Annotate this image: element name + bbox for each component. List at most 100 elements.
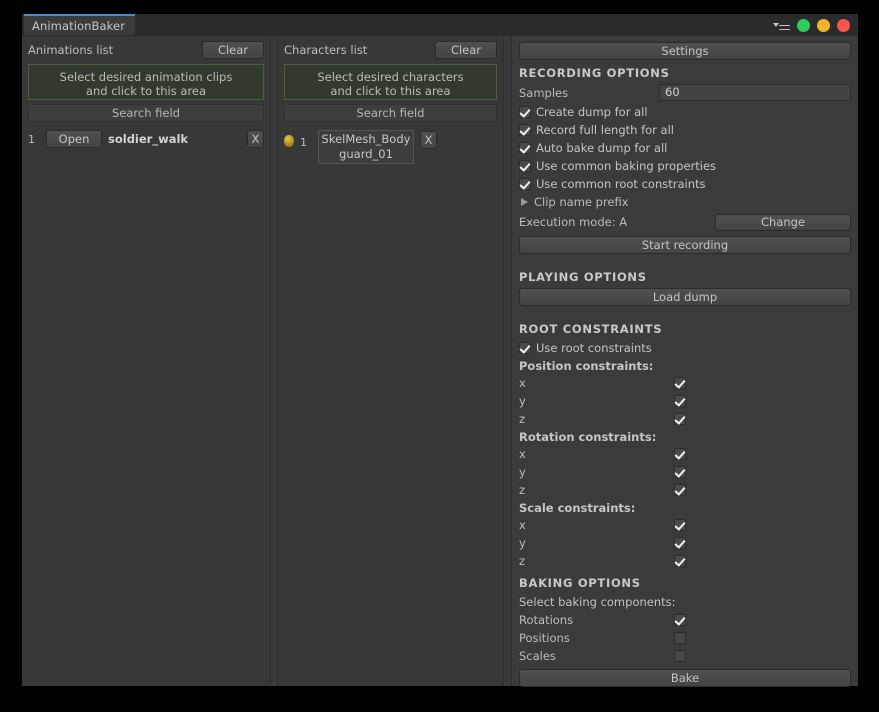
rotation-constraint-x-row: x xyxy=(519,445,851,463)
scale-y-label: y xyxy=(519,536,526,550)
screen: AnimationBaker Animations list Clear Sel… xyxy=(0,0,879,712)
use-common-baking-properties-checkbox[interactable] xyxy=(519,160,531,172)
rotation-constraint-y-row: y xyxy=(519,463,851,481)
scale-z-checkbox[interactable] xyxy=(674,555,686,567)
record-full-length-for-all-label: Record full length for all xyxy=(536,123,674,137)
change-execution-mode-button[interactable]: Change xyxy=(715,213,851,231)
checkbox-record-full-length-for-all[interactable]: Record full length for all xyxy=(519,121,851,139)
animation-clip-row: 1 Open soldier_walk X xyxy=(28,130,264,148)
options-panel: Settings RECORDING OPTIONS Samples 60 Cr… xyxy=(512,36,858,687)
divider-1 xyxy=(270,36,271,686)
scale-constraint-z-row: z xyxy=(519,552,851,570)
rotation-z-label: z xyxy=(519,483,526,497)
baking-rotations-row: Rotations xyxy=(519,611,851,629)
animation-baker-window: AnimationBaker Animations list Clear Sel… xyxy=(22,14,858,687)
animations-header: Animations list Clear xyxy=(28,40,264,60)
tab-animationbaker[interactable]: AnimationBaker xyxy=(24,14,136,35)
characters-drop-line2: and click to this area xyxy=(330,84,451,98)
baking-rotations-checkbox[interactable] xyxy=(674,614,686,626)
window-body: Animations list Clear Select desired ani… xyxy=(22,36,858,687)
characters-panel: Characters list Clear Select desired cha… xyxy=(278,36,503,686)
rotation-constraint-z-row: z xyxy=(519,481,851,499)
baking-options-heading: BAKING OPTIONS xyxy=(519,576,641,590)
animations-search-input[interactable]: Search field xyxy=(28,104,264,122)
execution-mode-label: Execution mode: A xyxy=(519,215,628,229)
use-root-constraints-checkbox[interactable] xyxy=(519,342,531,354)
animations-panel: Animations list Clear Select desired ani… xyxy=(22,36,270,686)
position-z-label: z xyxy=(519,412,526,426)
clip-open-button[interactable]: Open xyxy=(46,130,102,148)
chevron-right-icon xyxy=(521,198,528,206)
auto-bake-dump-for-all-label: Auto bake dump for all xyxy=(536,141,668,155)
settings-button[interactable]: Settings xyxy=(519,42,851,60)
characters-search-input[interactable]: Search field xyxy=(284,104,497,122)
yellow-dot-icon[interactable] xyxy=(817,18,830,32)
position-x-label: x xyxy=(519,376,526,390)
rotation-z-checkbox[interactable] xyxy=(674,484,686,496)
scale-constraint-y-row: y xyxy=(519,534,851,552)
checkbox-use-common-baking-properties[interactable]: Use common baking properties xyxy=(519,157,851,175)
clip-remove-button[interactable]: X xyxy=(247,130,264,148)
bake-button[interactable]: Bake xyxy=(519,669,851,687)
clip-name-prefix-label: Clip name prefix xyxy=(534,195,629,209)
clip-name-prefix-foldout[interactable]: Clip name prefix xyxy=(519,193,851,211)
baking-positions-checkbox[interactable] xyxy=(674,632,686,644)
baking-scales-row: Scales xyxy=(519,647,851,665)
red-dot-icon[interactable] xyxy=(837,18,850,32)
select-baking-components-label: Select baking components: xyxy=(519,595,676,609)
scale-x-checkbox[interactable] xyxy=(674,519,686,531)
use-common-root-constraints-label: Use common root constraints xyxy=(536,177,706,191)
position-y-checkbox[interactable] xyxy=(674,395,686,407)
green-dot-icon[interactable] xyxy=(797,18,810,32)
rotation-x-label: x xyxy=(519,447,526,461)
position-x-checkbox[interactable] xyxy=(674,377,686,389)
checkbox-create-dump-for-all[interactable]: Create dump for all xyxy=(519,103,851,121)
hamburger-menu-icon[interactable] xyxy=(773,20,790,31)
playing-options-heading: PLAYING OPTIONS xyxy=(519,270,647,284)
animations-drop-area[interactable]: Select desired animation clips and click… xyxy=(28,64,264,100)
position-z-checkbox[interactable] xyxy=(674,413,686,425)
rotation-x-checkbox[interactable] xyxy=(674,448,686,460)
auto-bake-dump-for-all-checkbox[interactable] xyxy=(519,142,531,154)
divider-3 xyxy=(503,36,504,686)
characters-list-title: Characters list xyxy=(284,43,368,57)
checkbox-auto-bake-dump-for-all[interactable]: Auto bake dump for all xyxy=(519,139,851,157)
character-name-field[interactable]: SkelMesh_Bodyguard_01 xyxy=(318,130,414,164)
gold-dot-icon xyxy=(284,135,294,147)
baking-scales-checkbox[interactable] xyxy=(674,650,686,662)
samples-input[interactable]: 60 xyxy=(659,84,851,101)
position-constraint-x-row: x xyxy=(519,374,851,392)
scale-constraints-title: Scale constraints: xyxy=(519,501,636,515)
use-common-root-constraints-checkbox[interactable] xyxy=(519,178,531,190)
root-constraints-heading: ROOT CONSTRAINTS xyxy=(519,322,663,336)
character-row: 1 SkelMesh_Bodyguard_01 X xyxy=(284,130,497,164)
tab-label: AnimationBaker xyxy=(32,18,126,33)
record-full-length-for-all-checkbox[interactable] xyxy=(519,124,531,136)
animations-drop-line2: and click to this area xyxy=(85,84,207,98)
rotation-constraints-title: Rotation constraints: xyxy=(519,430,657,444)
animations-drop-line1: Select desired animation clips xyxy=(59,70,233,84)
characters-clear-button[interactable]: Clear xyxy=(435,41,497,59)
scale-constraint-x-row: x xyxy=(519,516,851,534)
start-recording-button[interactable]: Start recording xyxy=(519,236,851,254)
rotation-y-checkbox[interactable] xyxy=(674,466,686,478)
baking-positions-row: Positions xyxy=(519,629,851,647)
position-constraint-y-row: y xyxy=(519,392,851,410)
position-y-label: y xyxy=(519,394,526,408)
create-dump-for-all-label: Create dump for all xyxy=(536,105,648,119)
baking-positions-label: Positions xyxy=(519,631,570,645)
execution-mode-row: Execution mode: A Change xyxy=(519,212,851,232)
load-dump-button[interactable]: Load dump xyxy=(519,288,851,306)
animations-clear-button[interactable]: Clear xyxy=(202,41,264,59)
character-remove-button[interactable]: X xyxy=(420,131,437,149)
scale-y-checkbox[interactable] xyxy=(674,537,686,549)
clip-name: soldier_walk xyxy=(108,132,189,146)
checkbox-use-root-constraints[interactable]: Use root constraints xyxy=(519,339,851,357)
baking-rotations-label: Rotations xyxy=(519,613,574,627)
use-root-constraints-label: Use root constraints xyxy=(536,341,652,355)
baking-scales-label: Scales xyxy=(519,649,556,663)
samples-label: Samples xyxy=(519,85,569,100)
checkbox-use-common-root-constraints[interactable]: Use common root constraints xyxy=(519,175,851,193)
characters-drop-area[interactable]: Select desired characters and click to t… xyxy=(284,64,497,100)
create-dump-for-all-checkbox[interactable] xyxy=(519,106,531,118)
